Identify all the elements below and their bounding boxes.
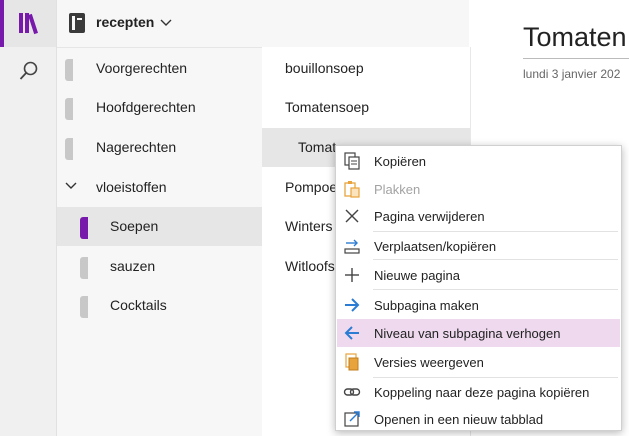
menu-item-label: Pagina verwijderen — [374, 209, 485, 224]
menu-item-copy-link[interactable]: Koppeling naar deze pagina kopiëren — [337, 378, 620, 406]
link-icon — [343, 388, 361, 396]
section-label: Soepen — [110, 218, 159, 234]
menu-item-label: Versies weergeven — [374, 355, 484, 370]
page-item[interactable]: bouillonsoep — [262, 49, 470, 88]
versions-icon — [345, 353, 359, 371]
section-item-soepen[interactable]: Soepen — [57, 207, 262, 246]
section-tab-icon — [65, 98, 73, 120]
title-underline — [523, 58, 629, 59]
menu-item-new-page[interactable]: Nieuwe pagina — [337, 261, 620, 289]
chevron-down-icon[interactable] — [65, 181, 77, 191]
section-item-voorgerechten[interactable]: Voorgerechten — [57, 49, 262, 88]
search-icon[interactable] — [18, 60, 40, 82]
section-label: Hoofdgerechten — [96, 99, 196, 115]
section-tab-icon — [80, 296, 88, 318]
notebook-icon — [69, 13, 85, 33]
context-menu: Kopiëren Plakken Pagina verwijderen Verp… — [335, 145, 622, 431]
menu-item-move-copy[interactable]: Verplaatsen/kopiëren — [337, 232, 620, 260]
paste-icon — [344, 181, 360, 198]
page-label: Pompoe — [285, 179, 338, 195]
rail-accent-bar — [0, 0, 4, 47]
section-item-hoofdgerechten[interactable]: Hoofdgerechten — [57, 88, 262, 127]
page-label: Winters — [285, 218, 333, 234]
copy-icon — [344, 152, 360, 170]
section-group-vloeistoffen[interactable]: vloeistoffen — [57, 168, 262, 207]
section-label: Cocktails — [110, 297, 167, 313]
move-icon — [344, 239, 360, 254]
section-tab-icon — [65, 59, 73, 81]
section-tab-icon — [80, 257, 88, 279]
notebook-title[interactable]: recepten — [96, 14, 154, 30]
page-title[interactable]: Tomaten — [523, 22, 627, 53]
menu-item-label: Plakken — [374, 182, 421, 197]
section-item-nagerechten[interactable]: Nagerechten — [57, 128, 262, 167]
menu-item-paste[interactable]: Plakken — [337, 175, 620, 203]
arrow-right-icon — [345, 298, 360, 312]
section-label: Voorgerechten — [96, 60, 188, 76]
plus-icon — [345, 268, 359, 282]
menu-separator — [373, 289, 618, 290]
section-group-label: vloeistoffen — [96, 179, 167, 195]
chevron-down-icon[interactable] — [160, 18, 172, 28]
menu-separator — [373, 259, 618, 260]
section-tab-icon — [80, 217, 88, 239]
page-label: bouillonsoep — [285, 60, 364, 76]
page-item[interactable]: Tomatensoep — [262, 88, 470, 127]
menu-item-label: Subpagina maken — [374, 298, 479, 313]
section-item-cocktails[interactable]: Cocktails — [57, 286, 262, 325]
menu-item-promote-subpage[interactable]: Niveau van subpagina verhogen — [337, 319, 620, 347]
page-label: Tomat — [298, 139, 337, 155]
menu-item-label: Niveau van subpagina verhogen — [374, 326, 561, 341]
menu-item-label: Verplaatsen/kopiëren — [374, 239, 497, 254]
menu-item-copy[interactable]: Kopiëren — [337, 147, 620, 175]
page-label: Tomatensoep — [285, 99, 370, 115]
menu-item-label: Koppeling naar deze pagina kopiëren — [374, 385, 590, 400]
menu-item-show-versions[interactable]: Versies weergeven — [337, 348, 620, 376]
section-label: sauzen — [110, 258, 156, 274]
arrow-left-icon — [344, 326, 359, 340]
section-item-sauzen[interactable]: sauzen — [57, 247, 262, 286]
menu-item-label: Openen in een nieuw tabblad — [374, 412, 544, 427]
section-label: Nagerechten — [96, 139, 177, 155]
delete-x-icon — [345, 209, 359, 223]
menu-item-open-new-tab[interactable]: Openen in een nieuw tabblad — [337, 405, 620, 433]
menu-item-make-subpage[interactable]: Subpagina maken — [337, 291, 620, 319]
menu-item-delete-page[interactable]: Pagina verwijderen — [337, 202, 620, 230]
notebooks-icon[interactable] — [17, 10, 43, 36]
open-tab-icon — [344, 411, 360, 427]
page-label: Witloofs — [285, 258, 335, 274]
menu-item-label: Nieuwe pagina — [374, 268, 461, 283]
section-tab-icon — [65, 138, 73, 160]
menu-item-label: Kopiëren — [374, 154, 427, 169]
page-date: lundi 3 janvier 202 — [523, 67, 621, 81]
